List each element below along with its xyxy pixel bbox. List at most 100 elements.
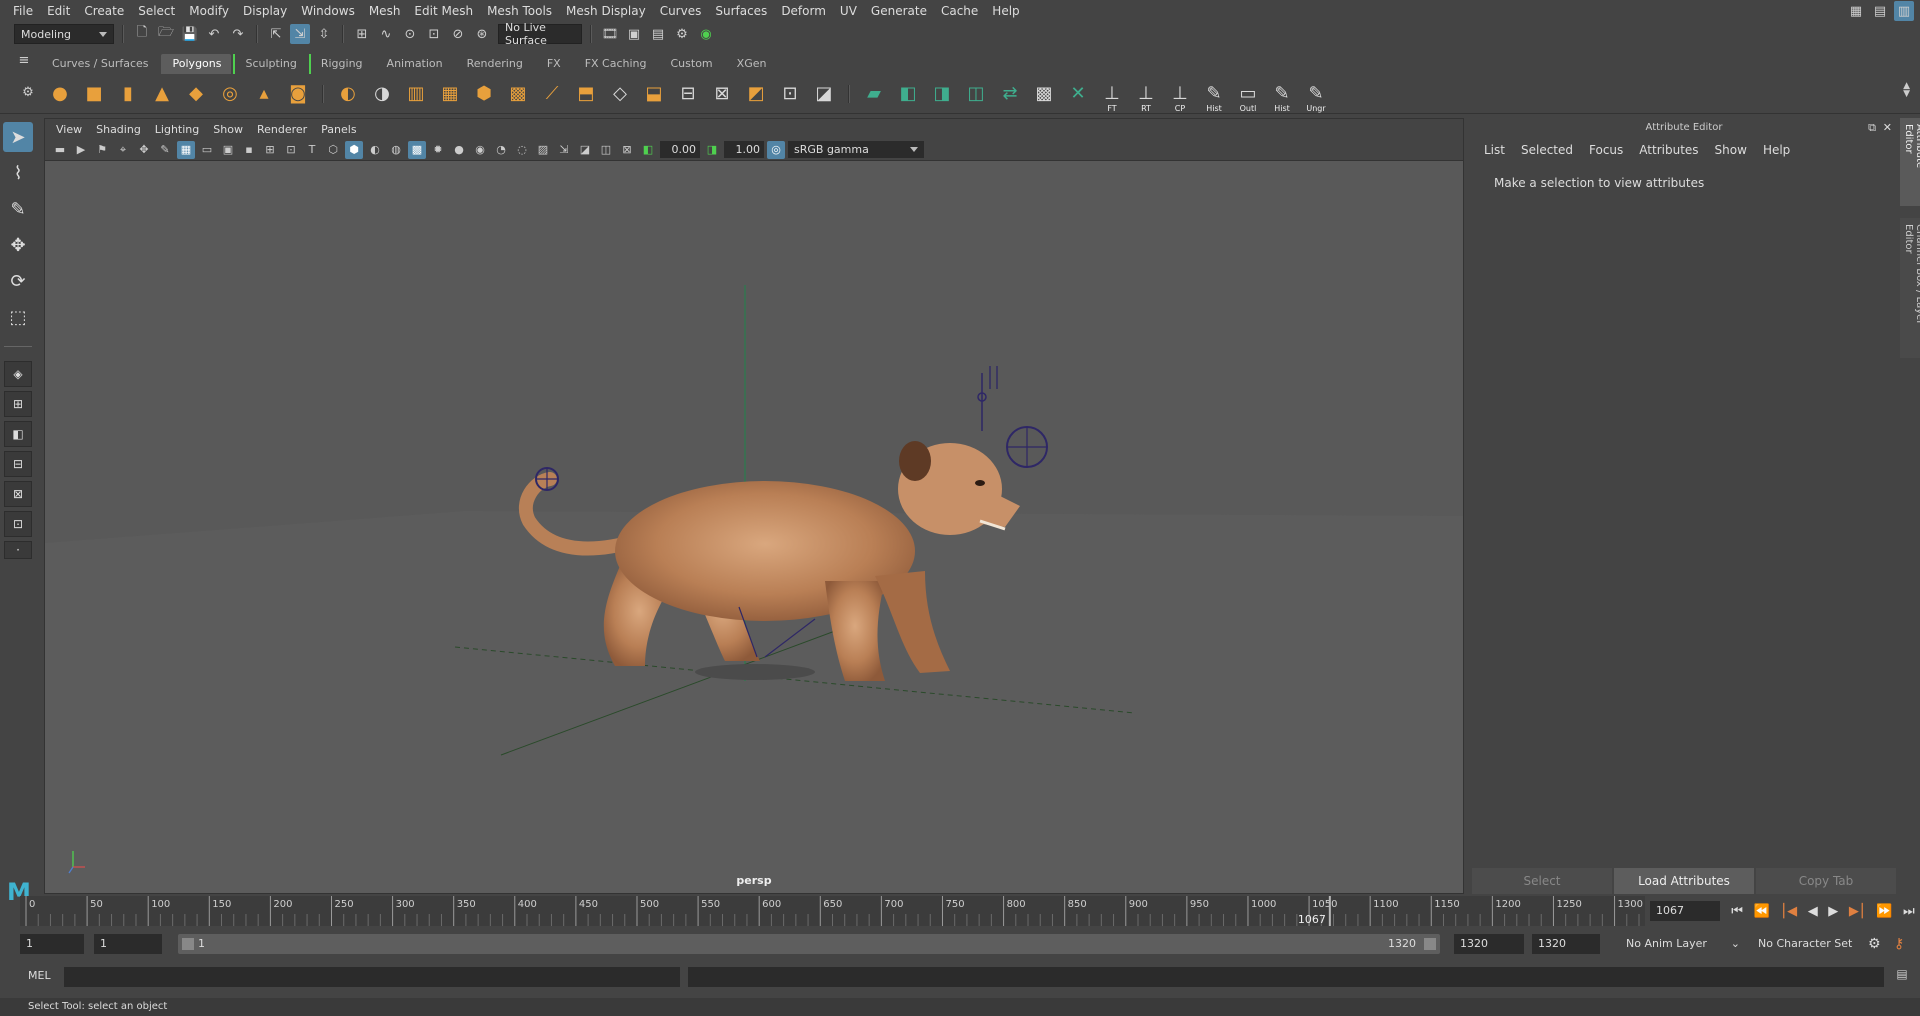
use-all-lights-icon[interactable]: ✹ (429, 141, 447, 159)
ae-menu-attributes[interactable]: Attributes (1631, 143, 1706, 157)
image-plane-icon[interactable]: ⌖ (114, 141, 132, 159)
animation-start-field[interactable]: 1 (20, 934, 84, 954)
menu-mesh-tools[interactable]: Mesh Tools (480, 0, 559, 22)
boolean-icon[interactable]: ⬢ (470, 80, 498, 108)
smooth-shade-icon[interactable]: ⬢ (345, 140, 363, 159)
gate-mask-icon[interactable]: ▪ (240, 141, 258, 159)
anim-layer-dropdown[interactable]: No Anim Layer ⌄ (1618, 934, 1746, 954)
tab-rigging[interactable]: Rigging (308, 54, 373, 74)
grease-pencil-icon[interactable]: ✎ (156, 141, 174, 159)
snap-curve-icon[interactable]: ∿ (376, 24, 396, 44)
vp-menu-view[interactable]: View (49, 123, 89, 136)
uv-editor-icon[interactable]: ⇄ (996, 80, 1024, 108)
isolate-select-icon[interactable]: ⇲ (555, 141, 573, 159)
open-scene-icon[interactable]: 🗁 (156, 24, 176, 44)
mel-language-label[interactable]: MEL (28, 969, 51, 982)
snap-grid-icon[interactable]: ⊞ (352, 24, 372, 44)
viewport-scene[interactable]: persp (45, 161, 1463, 893)
menu-edit[interactable]: Edit (40, 0, 77, 22)
reset-transform-icon[interactable]: ⊥ RT (1132, 80, 1160, 113)
xray-joints-icon[interactable]: ◫ (597, 141, 615, 159)
time-slider[interactable]: 0 50 100 150 200 250 300 350 400 450 500 550 600 650 7… (20, 896, 1645, 926)
menu-generate[interactable]: Generate (864, 0, 934, 22)
make-live-icon[interactable]: ⊛ (472, 24, 492, 44)
ipr-render-icon[interactable]: ▤ (648, 24, 668, 44)
range-slider[interactable]: 1 1320 (178, 934, 1440, 954)
save-scene-icon[interactable]: 💾 (180, 24, 200, 44)
menu-cache[interactable]: Cache (934, 0, 985, 22)
ae-menu-help[interactable]: Help (1755, 143, 1798, 157)
viewport-panel[interactable]: View Shading Lighting Show Renderer Pane… (44, 118, 1464, 894)
anti-aliasing-icon[interactable]: ◌ (513, 141, 531, 159)
camera-attributes-icon[interactable]: ▶ (72, 141, 90, 159)
target-weld-icon[interactable]: ⊠ (708, 80, 736, 108)
four-view-layout-icon[interactable]: ⊞ (4, 391, 32, 417)
uv-planar-icon[interactable]: ▰ (860, 80, 888, 108)
menu-uv[interactable]: UV (833, 0, 864, 22)
tab-fx-caching[interactable]: FX Caching (573, 54, 657, 74)
menu-display[interactable]: Display (236, 0, 294, 22)
uv-cylindrical-icon[interactable]: ◧ (894, 80, 922, 108)
poly-pipe-icon[interactable]: ◙ (284, 80, 312, 108)
render-view-icon[interactable]: 🎞 (600, 24, 620, 44)
uv-spherical-icon[interactable]: ◨ (928, 80, 956, 108)
mel-input[interactable] (64, 967, 680, 987)
animation-end-field[interactable]: 1320 (1532, 934, 1600, 954)
poly-torus-icon[interactable]: ◎ (216, 80, 244, 108)
outliner-icon[interactable]: ▭ Outl (1234, 80, 1262, 113)
bridge-icon[interactable]: ▩ (504, 80, 532, 108)
menu-mesh-display[interactable]: Mesh Display (559, 0, 653, 22)
shadows-icon[interactable]: ● (450, 141, 468, 159)
poly-plane-icon[interactable]: ◆ (182, 80, 210, 108)
uv-layout-icon[interactable]: ✕ (1064, 80, 1092, 108)
render-frame-icon[interactable]: ▣ (624, 24, 644, 44)
default-lighting-icon[interactable]: ◐ (366, 141, 384, 159)
append-icon[interactable]: ⟋ (538, 80, 566, 108)
exposure-icon[interactable]: ◧ (639, 141, 657, 159)
auto-key-icon[interactable]: ⚷ (1886, 934, 1910, 954)
mirror-icon[interactable]: ◪ (810, 80, 838, 108)
safe-title-icon[interactable]: T (303, 141, 321, 159)
layout-icon[interactable]: ▤ (1870, 1, 1890, 21)
bevel-icon[interactable]: ◇ (606, 80, 634, 108)
outliner-layout-icon[interactable]: ⊡ (4, 511, 32, 537)
menu-file[interactable]: File (6, 0, 40, 22)
gamma-icon[interactable]: ◨ (703, 141, 721, 159)
vp-menu-shading[interactable]: Shading (89, 123, 148, 136)
freeze-transform-icon[interactable]: ⊥ FT (1098, 80, 1126, 113)
redo-icon[interactable]: ↷ (228, 24, 248, 44)
character-set-dropdown[interactable]: No Character Set (1750, 934, 1868, 954)
tab-channel-box[interactable]: Channel Box / Layer Editor (1900, 218, 1920, 358)
persp-outliner-layout-icon[interactable]: ◧ (4, 421, 32, 447)
vp-menu-panels[interactable]: Panels (314, 123, 363, 136)
delete-history-icon[interactable]: ✎ Hist (1200, 80, 1228, 113)
gamma-field[interactable]: 1.00 (724, 141, 764, 158)
layout-expand-icon[interactable]: · (4, 541, 32, 559)
step-back-key-icon[interactable]: ⏪ (1754, 904, 1770, 919)
film-gate-icon[interactable]: ▭ (198, 141, 216, 159)
select-button[interactable]: Select (1472, 868, 1612, 894)
select-tool-icon[interactable]: ➤ (3, 122, 33, 152)
uv-automatic-icon[interactable]: ◫ (962, 80, 990, 108)
poly-sphere-icon[interactable]: ● (46, 80, 74, 108)
resolution-gate-icon[interactable]: ▣ (219, 141, 237, 159)
current-time-marker[interactable] (1328, 896, 1331, 926)
undo-icon[interactable]: ↶ (204, 24, 224, 44)
fill-hole-icon[interactable]: ⬓ (640, 80, 668, 108)
menu-surfaces[interactable]: Surfaces (708, 0, 774, 22)
select-camera-icon[interactable]: ▬ (51, 141, 69, 159)
textured-icon[interactable]: ▩ (408, 140, 426, 159)
xray-components-icon[interactable]: ⊠ (618, 141, 636, 159)
snap-view-icon[interactable]: ⊡ (424, 24, 444, 44)
load-attributes-button[interactable]: Load Attributes (1614, 868, 1754, 894)
single-perspective-layout-icon[interactable]: ◈ (4, 361, 32, 387)
close-icon[interactable]: ✕ (1883, 118, 1892, 138)
history-icon[interactable]: ✎ Hist (1268, 80, 1296, 113)
ae-menu-focus[interactable]: Focus (1581, 143, 1631, 157)
ambient-occlusion-icon[interactable]: ◉ (471, 141, 489, 159)
uv-checker-icon[interactable]: ▩ (1030, 80, 1058, 108)
menu-edit-mesh[interactable]: Edit Mesh (407, 0, 480, 22)
poly-cube-icon[interactable]: ■ (80, 80, 108, 108)
menu-windows[interactable]: Windows (294, 0, 362, 22)
shelf-scroll-arrows-icon[interactable]: ▲ ▼ (1903, 82, 1910, 99)
